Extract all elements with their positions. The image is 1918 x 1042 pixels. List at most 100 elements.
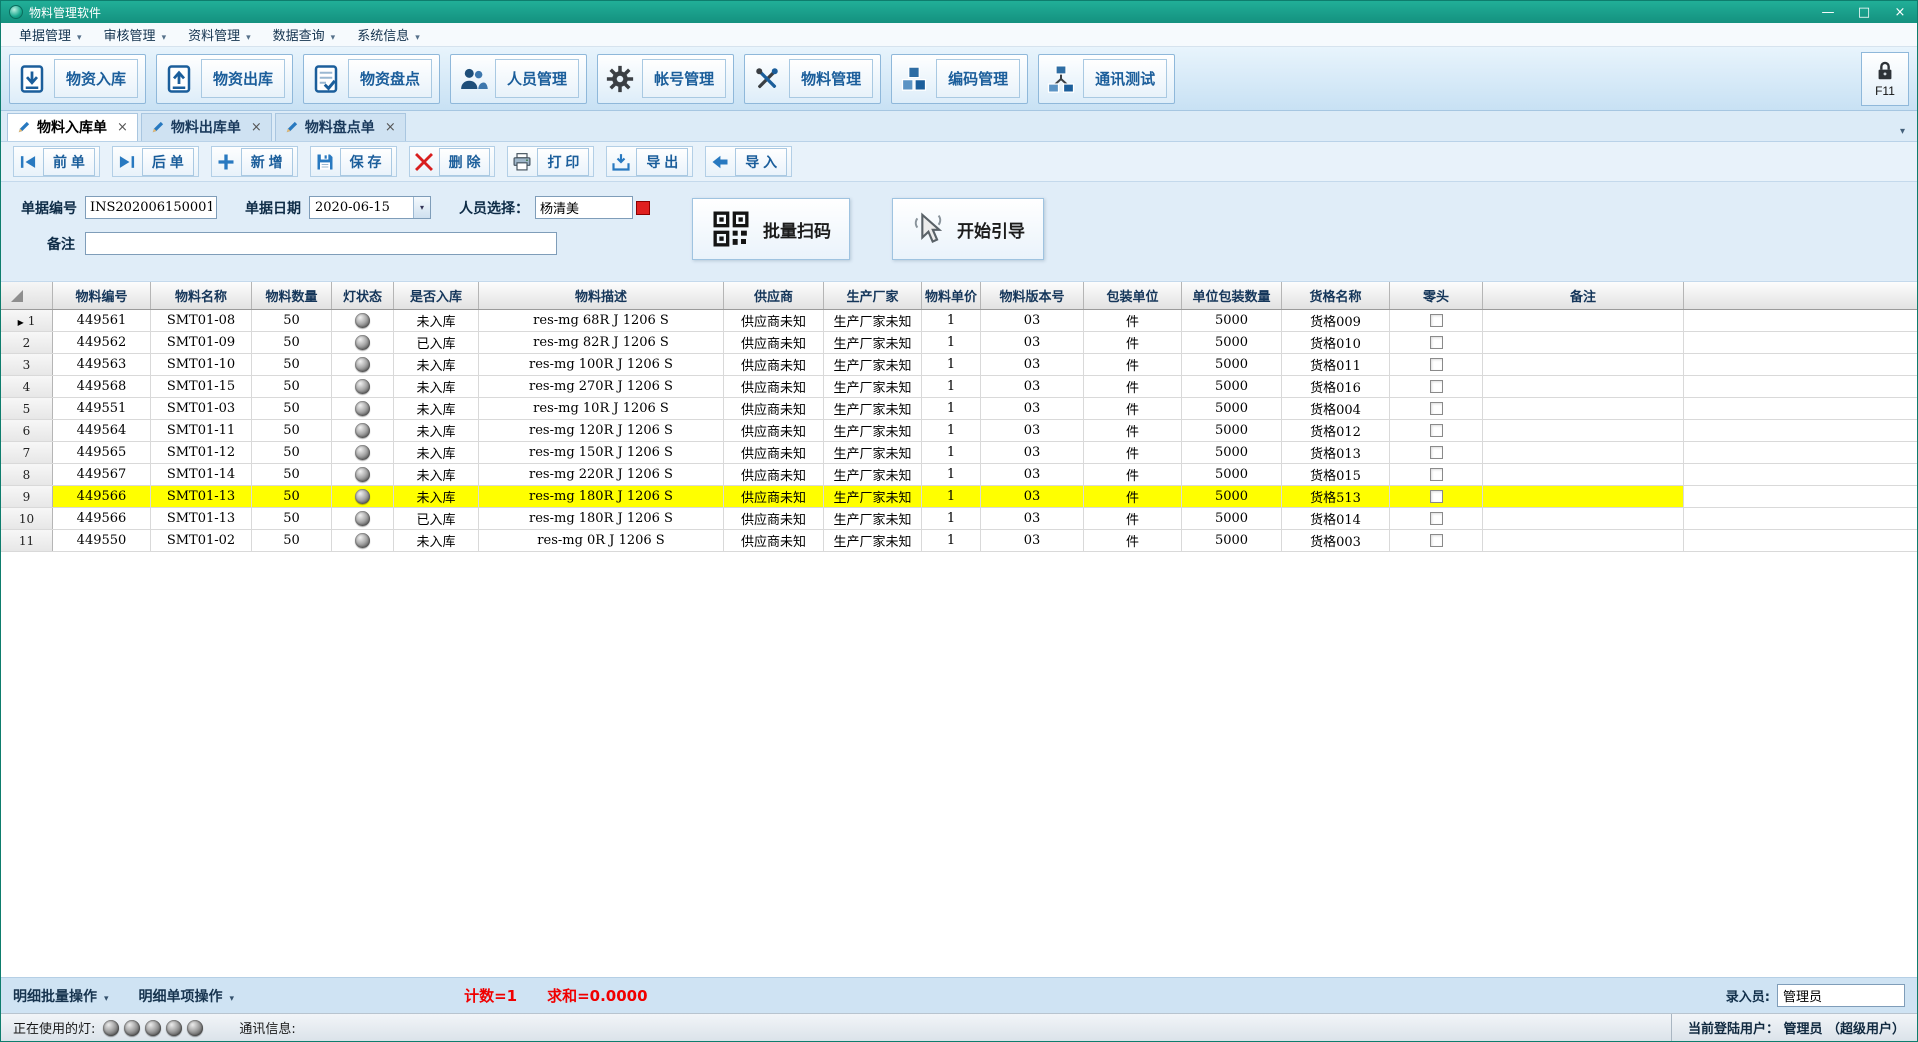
action-button[interactable]: 后 单 — [112, 146, 199, 177]
action-button[interactable]: 导 入 — [705, 146, 792, 177]
row-header[interactable]: 3 — [1, 354, 53, 375]
column-header[interactable]: 物料版本号 — [981, 282, 1084, 309]
record-action-bar: 前 单 后 单 新 增 保 存 删 除 — [1, 142, 1917, 182]
tail-checkbox[interactable] — [1430, 512, 1443, 525]
column-header[interactable]: 物料数量 — [252, 282, 332, 309]
table-row[interactable]: 4 449568 SMT01-15 50 未入库 res-mg 270R J 1… — [1, 376, 1917, 398]
person-input[interactable] — [535, 196, 633, 219]
column-header[interactable]: 供应商 — [724, 282, 824, 309]
tail-checkbox[interactable] — [1430, 336, 1443, 349]
tail-checkbox[interactable] — [1430, 358, 1443, 371]
tab[interactable]: 物料盘点单 — [275, 113, 406, 141]
start-guide-button[interactable]: 开始引导 — [892, 198, 1044, 260]
menu-item[interactable]: 资料管理 — [178, 23, 261, 46]
row-header[interactable]: 11 — [1, 530, 53, 551]
column-header[interactable]: 物料描述 — [479, 282, 724, 309]
toolbar-button[interactable]: 通讯测试 — [1038, 54, 1175, 104]
menu-item[interactable]: 系统信息 — [347, 23, 430, 46]
row-header[interactable]: 1 — [1, 310, 53, 331]
table-row[interactable]: 11 449550 SMT01-02 50 未入库 res-mg 0R J 12… — [1, 530, 1917, 552]
toolbar-button[interactable]: 物资入库 — [9, 54, 146, 104]
toolbar-button[interactable]: 物料管理 — [744, 54, 881, 104]
note-input[interactable] — [85, 232, 557, 255]
select-all-corner[interactable] — [1, 282, 53, 309]
table-row[interactable]: 2 449562 SMT01-09 50 已入库 res-mg 82R J 12… — [1, 332, 1917, 354]
cell-quantity: 50 — [252, 354, 332, 375]
tab-close-icon[interactable] — [385, 120, 396, 135]
tab[interactable]: 物料入库单 — [7, 113, 138, 141]
table-row[interactable]: 9 449566 SMT01-13 50 未入库 res-mg 180R J 1… — [1, 486, 1917, 508]
row-header[interactable]: 5 — [1, 398, 53, 419]
column-header[interactable]: 灯状态 — [332, 282, 394, 309]
toolbar-button[interactable]: 物资盘点 — [303, 54, 440, 104]
menu-item[interactable]: 审核管理 — [94, 23, 177, 46]
table-row[interactable]: 7 449565 SMT01-12 50 未入库 res-mg 150R J 1… — [1, 442, 1917, 464]
tab-close-icon[interactable] — [117, 120, 128, 135]
action-button-label: 导 出 — [636, 148, 688, 176]
tail-checkbox[interactable] — [1430, 490, 1443, 503]
cell-rack-name: 货格004 — [1282, 398, 1390, 419]
action-button[interactable]: 新 增 — [211, 146, 298, 177]
single-ops-dropdown[interactable]: 明细单项操作 — [139, 986, 235, 1006]
menu-item[interactable]: 数据查询 — [263, 23, 346, 46]
table-row[interactable]: 8 449567 SMT01-14 50 未入库 res-mg 220R J 1… — [1, 464, 1917, 486]
chevron-down-icon[interactable] — [413, 197, 430, 218]
toolbar-button-label: 编码管理 — [936, 59, 1020, 98]
tail-checkbox[interactable] — [1430, 380, 1443, 393]
row-header[interactable]: 9 — [1, 486, 53, 507]
row-header[interactable]: 7 — [1, 442, 53, 463]
action-button[interactable]: 导 出 — [606, 146, 693, 177]
doc-no-input[interactable] — [85, 196, 217, 219]
row-header[interactable]: 8 — [1, 464, 53, 485]
title-bar[interactable]: 物料管理软件 — □ × — [1, 1, 1917, 23]
column-header[interactable]: 是否入库 — [394, 282, 479, 309]
tail-checkbox[interactable] — [1430, 468, 1443, 481]
tail-checkbox[interactable] — [1430, 446, 1443, 459]
operator-input[interactable] — [1777, 984, 1905, 1007]
column-header[interactable]: 包装单位 — [1084, 282, 1182, 309]
minimize-button[interactable]: — — [1819, 5, 1837, 20]
table-row[interactable]: 10 449566 SMT01-13 50 已入库 res-mg 180R J … — [1, 508, 1917, 530]
batch-scan-button[interactable]: 批量扫码 — [692, 198, 850, 260]
tail-checkbox[interactable] — [1430, 534, 1443, 547]
lamp-led-icon — [355, 401, 370, 416]
person-color-button[interactable] — [636, 201, 650, 215]
tail-checkbox[interactable] — [1430, 314, 1443, 327]
tail-checkbox[interactable] — [1430, 424, 1443, 437]
tail-checkbox[interactable] — [1430, 402, 1443, 415]
close-button[interactable]: × — [1891, 5, 1909, 20]
table-row[interactable]: 5 449551 SMT01-03 50 未入库 res-mg 10R J 12… — [1, 398, 1917, 420]
batch-ops-dropdown[interactable]: 明细批量操作 — [13, 986, 109, 1006]
tab-scroll-chevron-icon[interactable] — [1892, 126, 1913, 141]
row-header[interactable]: 4 — [1, 376, 53, 397]
menu-item[interactable]: 单据管理 — [9, 23, 92, 46]
doc-date-select[interactable]: 2020-06-15 — [309, 196, 431, 219]
row-header[interactable]: 6 — [1, 420, 53, 441]
menu-bar: 单据管理 审核管理 资料管理 数据查询 系统信息 — [1, 23, 1917, 47]
row-header[interactable]: 10 — [1, 508, 53, 529]
table-row[interactable]: 1 449561 SMT01-08 50 未入库 res-mg 68R J 12… — [1, 310, 1917, 332]
action-button[interactable]: 删 除 — [409, 146, 496, 177]
table-row[interactable]: 3 449563 SMT01-10 50 未入库 res-mg 100R J 1… — [1, 354, 1917, 376]
column-header[interactable]: 物料名称 — [151, 282, 252, 309]
tab-close-icon[interactable] — [251, 120, 262, 135]
lock-f11-button[interactable]: F11 — [1861, 52, 1909, 106]
row-header[interactable]: 2 — [1, 332, 53, 353]
action-button[interactable]: 打 印 — [507, 146, 594, 177]
column-header[interactable]: 物料编号 — [53, 282, 151, 309]
maximize-button[interactable]: □ — [1855, 5, 1873, 20]
column-header[interactable]: 备注 — [1483, 282, 1684, 309]
column-header[interactable]: 零头 — [1390, 282, 1483, 309]
toolbar-button[interactable]: 帐号管理 — [597, 54, 734, 104]
column-header[interactable]: 货格名称 — [1282, 282, 1390, 309]
column-header[interactable]: 生产厂家 — [824, 282, 922, 309]
toolbar-button[interactable]: 编码管理 — [891, 54, 1028, 104]
column-header[interactable]: 单位包装数量 — [1182, 282, 1282, 309]
toolbar-button[interactable]: 物资出库 — [156, 54, 293, 104]
tab[interactable]: 物料出库单 — [141, 113, 272, 141]
table-row[interactable]: 6 449564 SMT01-11 50 未入库 res-mg 120R J 1… — [1, 420, 1917, 442]
action-button[interactable]: 前 单 — [13, 146, 100, 177]
action-button[interactable]: 保 存 — [310, 146, 397, 177]
toolbar-button[interactable]: 人员管理 — [450, 54, 587, 104]
column-header[interactable]: 物料单价 — [922, 282, 981, 309]
